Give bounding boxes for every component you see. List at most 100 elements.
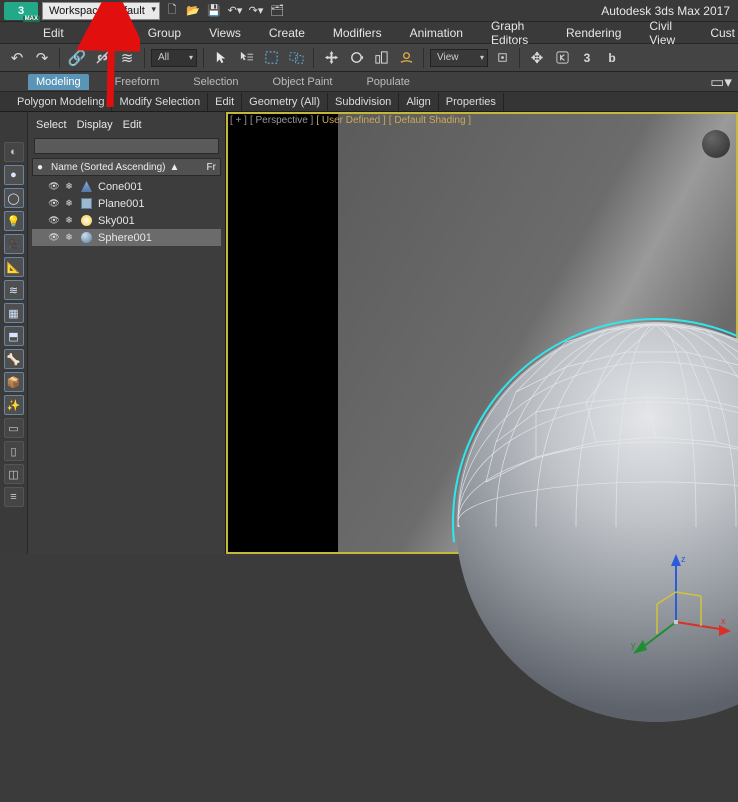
toolbar-separator (313, 48, 314, 68)
tab-modeling[interactable]: Modeling (28, 74, 89, 90)
panel-subdivision[interactable]: Subdivision (328, 93, 399, 111)
visibility-toggle-icon[interactable]: 👁 (48, 198, 60, 210)
display-bone-icon[interactable]: 🦴 (4, 349, 24, 369)
main-area: ◐ ● ◯ 💡 🎥 📐 ≋ ▦ ⬒ 🦴 📦 ✨ ▭ ▯ ◫ ≡ Select D… (0, 112, 738, 554)
tree-row-cone[interactable]: 👁 ❄ Cone001 (32, 178, 221, 195)
app-logo-icon[interactable]: 3MAX (4, 2, 38, 20)
app-title: Autodesk 3ds Max 2017 (601, 4, 738, 18)
freeze-toggle-icon[interactable]: ❄ (63, 232, 75, 244)
vp-userdef-menu[interactable]: [ User Defined ] (316, 115, 385, 126)
scene-column-header[interactable]: ● Name (Sorted Ascending) ▲ Fr (32, 158, 221, 176)
title-bar: 3MAX Workspace: Default 🗋 📂 💾 ↶▾ ↷▾ 🗂 Au… (0, 0, 738, 22)
se-menu-edit[interactable]: Edit (123, 119, 142, 131)
open-file-icon[interactable]: 📂 (184, 2, 202, 20)
project-folder-icon[interactable]: 🗂 (268, 2, 286, 20)
angle-snap-button[interactable]: b (601, 47, 623, 69)
ref-coord-dropdown[interactable]: View (430, 49, 488, 67)
freeze-toggle-icon[interactable]: ❄ (63, 215, 75, 227)
select-move-button[interactable] (320, 47, 342, 69)
workspace-dropdown[interactable]: Workspace: Default (42, 2, 160, 20)
new-file-icon[interactable]: 🗋 (163, 2, 181, 20)
menu-tools[interactable]: Tools (89, 26, 123, 40)
svg-text:z: z (681, 554, 686, 564)
tree-row-sky[interactable]: 👁 ❄ Sky001 (32, 212, 221, 229)
tab-populate[interactable]: Populate (358, 74, 417, 90)
menu-rendering[interactable]: Rendering (563, 26, 624, 40)
ribbon-menu-icon[interactable]: ▭▾ (712, 74, 730, 90)
display-all-icon[interactable]: ▯ (4, 441, 24, 461)
display-frozen-icon[interactable]: ✨ (4, 395, 24, 415)
menu-edit[interactable]: Edit (40, 26, 67, 40)
viewcube-icon[interactable] (702, 130, 730, 158)
visibility-toggle-icon[interactable]: 👁 (48, 215, 60, 227)
viewport-label[interactable]: [ + ] [ Perspective ] [ User Defined ] [… (230, 115, 471, 126)
save-file-icon[interactable]: 💾 (205, 2, 223, 20)
menu-customize[interactable]: Cust (707, 26, 738, 40)
menu-graph-editors[interactable]: Graph Editors (488, 19, 541, 47)
panel-align[interactable]: Align (399, 93, 438, 111)
visibility-toggle-icon[interactable]: 👁 (48, 232, 60, 244)
tree-row-sphere[interactable]: 👁 ❄ Sphere001 (32, 229, 221, 246)
vp-general-menu[interactable]: [ + ] (230, 115, 247, 126)
viewport[interactable]: [ + ] [ Perspective ] [ User Defined ] [… (226, 112, 738, 554)
display-geometry-icon[interactable]: ● (4, 165, 24, 185)
panel-properties[interactable]: Properties (439, 93, 504, 111)
select-by-name-button[interactable] (235, 47, 257, 69)
panel-edit[interactable]: Edit (208, 93, 242, 111)
select-object-button[interactable] (210, 47, 232, 69)
display-shapes-icon[interactable]: ◯ (4, 188, 24, 208)
visibility-toggle-icon[interactable]: 👁 (48, 181, 60, 193)
vp-shading-menu[interactable]: [ Default Shading ] (389, 115, 471, 126)
tree-row-plane[interactable]: 👁 ❄ Plane001 (32, 195, 221, 212)
display-container-icon[interactable]: 📦 (4, 372, 24, 392)
display-xrefs-icon[interactable]: ⬒ (4, 326, 24, 346)
display-spacewarps-icon[interactable]: ≋ (4, 280, 24, 300)
scene-search-input[interactable] (34, 138, 219, 154)
menu-group[interactable]: Group (145, 26, 184, 40)
redo-dropdown-icon[interactable]: ↷▾ (247, 2, 265, 20)
panel-modify-selection[interactable]: Modify Selection (112, 93, 208, 111)
panel-geometry-all[interactable]: Geometry (All) (242, 93, 328, 111)
display-cameras-icon[interactable]: 🎥 (4, 234, 24, 254)
vp-pov-menu[interactable]: [ Perspective ] (250, 115, 313, 126)
menu-views[interactable]: Views (206, 26, 244, 40)
menu-create[interactable]: Create (266, 26, 308, 40)
display-groups-icon[interactable]: ▦ (4, 303, 24, 323)
panel-polygon-modeling[interactable]: Polygon Modeling (10, 93, 112, 111)
display-none-icon[interactable]: ◐ (4, 142, 24, 162)
select-scale-button[interactable] (370, 47, 392, 69)
display-lights-icon[interactable]: 💡 (4, 211, 24, 231)
unlink-button[interactable] (91, 47, 113, 69)
select-place-button[interactable] (395, 47, 417, 69)
selection-filter-dropdown[interactable]: All (151, 49, 197, 67)
use-pivot-center-button[interactable] (491, 47, 513, 69)
rect-select-button[interactable] (260, 47, 282, 69)
manipulate-button[interactable]: ✥ (526, 47, 548, 69)
tab-selection[interactable]: Selection (185, 74, 246, 90)
bind-spacewarp-button[interactable]: ≋ (116, 47, 138, 69)
select-rotate-button[interactable] (345, 47, 367, 69)
menu-modifiers[interactable]: Modifiers (330, 26, 385, 40)
se-menu-display[interactable]: Display (77, 119, 113, 131)
transform-gizmo[interactable]: z x y (621, 552, 731, 662)
keyboard-shortcut-button[interactable] (551, 47, 573, 69)
window-crossing-button[interactable] (285, 47, 307, 69)
undo-dropdown-icon[interactable]: ↶▾ (226, 2, 244, 20)
undo-button[interactable]: ↶ (6, 47, 28, 69)
tree-item-label: Sky001 (98, 215, 135, 227)
display-helpers-icon[interactable]: 📐 (4, 257, 24, 277)
tab-object-paint[interactable]: Object Paint (265, 74, 341, 90)
display-invert-icon[interactable]: ◫ (4, 464, 24, 484)
freeze-toggle-icon[interactable]: ❄ (63, 181, 75, 193)
link-button[interactable]: 🔗 (66, 47, 88, 69)
freeze-toggle-icon[interactable]: ❄ (63, 198, 75, 210)
menu-civil-view[interactable]: Civil View (646, 19, 685, 47)
se-menu-select[interactable]: Select (36, 119, 67, 131)
snaps-toggle-button[interactable]: 3 (576, 47, 598, 69)
display-hidden-icon[interactable]: ▭ (4, 418, 24, 438)
redo-button[interactable]: ↷ (31, 47, 53, 69)
sky-icon (81, 215, 92, 226)
tab-freeform[interactable]: Freeform (107, 74, 168, 90)
menu-animation[interactable]: Animation (407, 26, 466, 40)
display-pin-icon[interactable]: ≡ (4, 487, 24, 507)
